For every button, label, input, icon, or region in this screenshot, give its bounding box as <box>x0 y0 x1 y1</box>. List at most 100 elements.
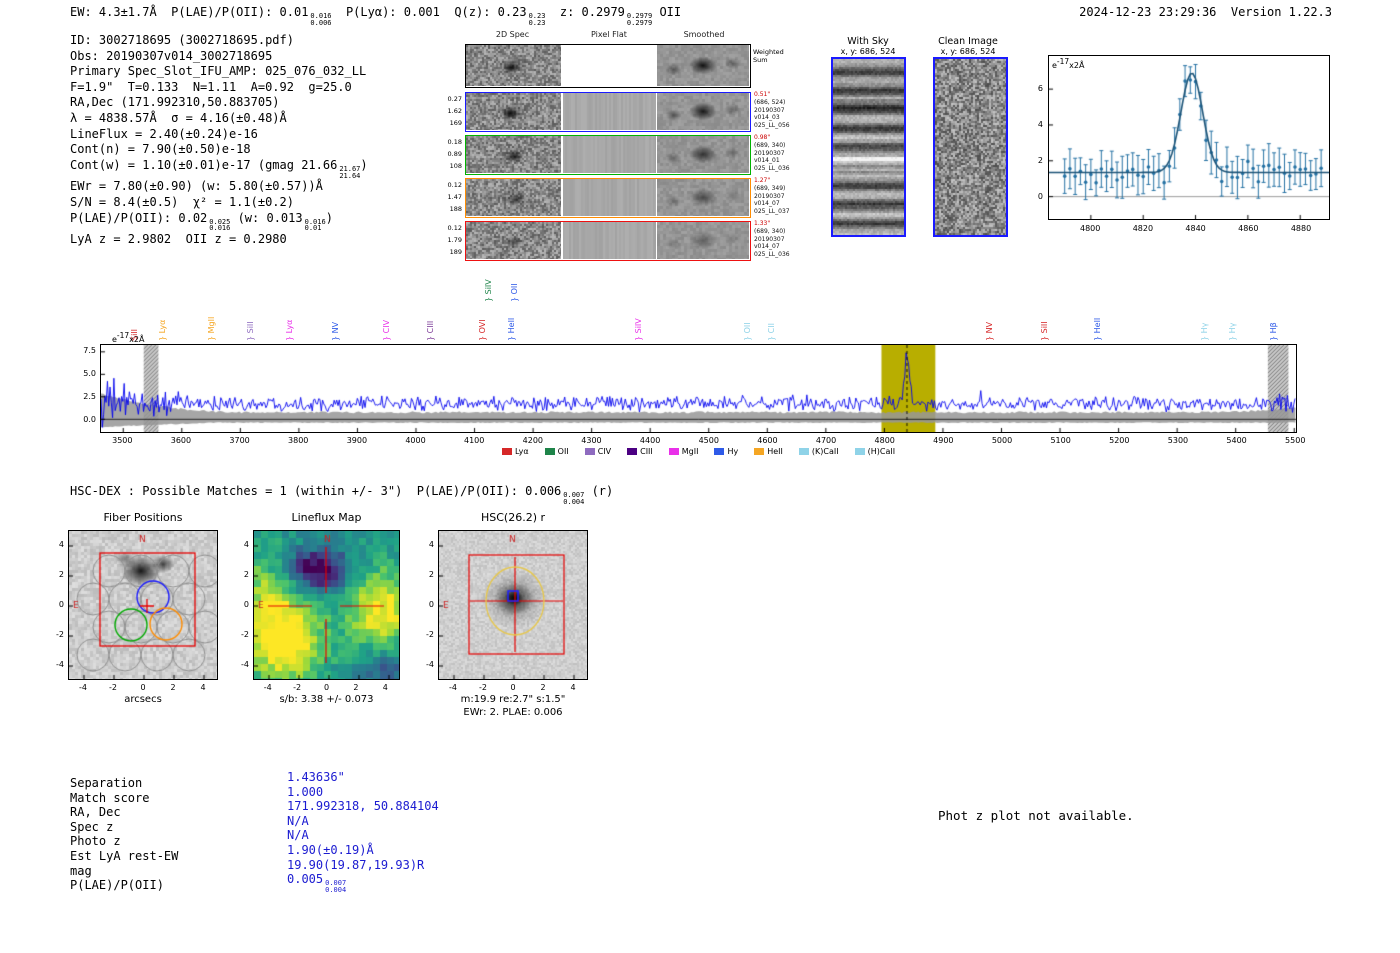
match-row-value: 1.43636" <box>287 770 345 784</box>
spectrum-x-tick-label: 5500 <box>1285 436 1306 445</box>
fiber-id-line: (689, 349) <box>754 184 786 192</box>
fiber-id-line: 025_LL_056 <box>754 122 790 130</box>
cutout-x-tick-label: 4 <box>200 683 206 692</box>
fiber-positions-title: Fiber Positions <box>103 511 183 524</box>
fiber-positions-canvas <box>69 531 217 679</box>
spectrum-x-tick-label: 3900 <box>346 436 368 445</box>
text-segment: LineFlux = 2.40(±0.24)e-16 <box>70 126 258 141</box>
cutout-y-tick-label: 0 <box>243 600 249 609</box>
cutout-y-tick-label: 4 <box>243 540 249 549</box>
legend-label: HeII <box>767 447 783 456</box>
fiber-id-line: 20190307 <box>754 106 785 114</box>
text-segment: EW: 4.3±1.7Å P(LAE)/P(OII): 0.01 <box>70 5 309 19</box>
fiber-weight-value: 1.79 <box>447 236 462 244</box>
emission-line-marker: } SiIV <box>634 318 644 341</box>
spectrum-x-tick-label: 5000 <box>991 436 1013 445</box>
emission-line-marker: } Hβ <box>1268 322 1278 341</box>
fiber-row-info: 1.27" (689, 349) 20190307 v014_07 025_LL_037 <box>754 177 802 216</box>
spectrum-x-tick-label: 3500 <box>112 436 133 445</box>
spec2d-col-title-2dspec: 2D Spec <box>495 30 530 39</box>
full-spectrum-canvas <box>101 345 1296 432</box>
fraction-lower: 0.006 <box>310 18 332 27</box>
fiber-weight-value: 1.47 <box>447 193 462 201</box>
hsc-cutout-canvas <box>439 531 587 679</box>
spectrum-x-tick-label: 3600 <box>170 436 192 445</box>
zoom-x-tick-label: 4800 <box>1079 224 1101 233</box>
spec2d-image <box>466 179 561 216</box>
lineflux-map-caption: s/b: 3.38 +/- 0.073 <box>279 694 374 705</box>
spec2d-image <box>466 222 561 259</box>
legend-swatch <box>501 448 512 455</box>
stacked-fraction: 0.2979 0.2979 <box>627 13 652 27</box>
spectrum-x-tick-label: 4000 <box>405 436 426 445</box>
hsc-dex-match-line: HSC-DEX : Possible Matches = 1 (within +… <box>70 484 613 506</box>
text-segment: ) <box>325 210 333 225</box>
emission-line-marker: } NV <box>330 321 340 341</box>
spectrum-unit-label: e-17x2Å <box>112 331 144 344</box>
fiber-id-line: v014_07 <box>754 200 780 208</box>
fraction-lower: 0.004 <box>325 885 347 894</box>
superscript-segment: -17 <box>116 331 130 340</box>
with-sky-title: With Sky <box>847 36 889 47</box>
match-row-value: 0.005 0.007 0.004 <box>287 872 346 894</box>
smoothed-image <box>657 136 749 173</box>
spectrum-x-tick-label: 4200 <box>522 436 543 445</box>
legend-label: CIV <box>597 447 612 456</box>
zoom-x-tick-label: 4820 <box>1132 224 1154 233</box>
zoom-x-tick-label: 4860 <box>1238 224 1259 233</box>
stacked-fraction: 0.016 0.006 <box>310 13 331 27</box>
cutout-y-tick-label: -2 <box>241 630 249 639</box>
cutout-y-tick-label: -2 <box>426 630 434 639</box>
emission-line-marker: } OII <box>510 283 520 302</box>
zoom-line-fit-plot <box>1048 55 1330 220</box>
metadata-line: RA,Dec (171.992310,50.883705) <box>70 95 368 111</box>
emission-line-marker: } Hγ <box>1199 322 1209 341</box>
legend-label: (H)CaII <box>867 447 896 456</box>
match-row-label: RA, Dec <box>70 805 121 820</box>
legend-label: CIII <box>640 447 653 456</box>
zoom-x-tick-label: 4840 <box>1185 224 1206 233</box>
fiber-row-weights: 0.27 1.62 169 <box>438 93 462 129</box>
lineflux-map-canvas <box>254 531 399 679</box>
spec2d-col-title-pixelflat: Pixel Flat <box>591 30 627 39</box>
fiber-weight-value: 1.62 <box>447 107 462 115</box>
cutout-x-tick-label: -2 <box>109 683 117 692</box>
legend-swatch <box>714 448 725 455</box>
fiber-id-line: (689, 340) <box>754 227 786 235</box>
cutout-y-tick-label: -2 <box>56 630 64 639</box>
text-segment: RA,Dec (171.992310,50.883705) <box>70 95 280 110</box>
smoothed-image <box>657 222 749 259</box>
legend-label: MgII <box>681 447 699 456</box>
zoom-x-tick-label: 4880 <box>1290 224 1312 233</box>
match-row-value: 1.90(±0.19)Å <box>287 843 374 857</box>
fiber-id-line: (689, 340) <box>754 141 786 149</box>
cutout-y-tick-label: 0 <box>58 600 64 609</box>
fiber-weight-value: 108 <box>449 162 462 170</box>
spectrum-x-tick-label: 4100 <box>463 436 485 445</box>
fiber-row-weights: 0.18 0.89 108 <box>438 136 462 172</box>
spectrum-y-tick-label: 5.0 <box>83 369 96 378</box>
fiber-weight-value: 169 <box>449 119 462 127</box>
hsc-cutout-caption2: EWr: 2. PLAE: 0.006 <box>463 707 563 718</box>
legend-item: OII <box>544 447 569 456</box>
text-segment: 1.90(±0.19)Å <box>287 843 374 857</box>
with-sky-coords: x, y: 686, 524 <box>840 47 896 56</box>
metadata-line: F=1.9" T=0.133 N=1.11 A=0.92 g=25.0 <box>70 80 368 96</box>
cutout-x-tick-label: 2 <box>170 683 176 692</box>
match-row-value: 1.000 <box>287 785 323 799</box>
superscript-segment: -17 <box>1056 57 1070 66</box>
emission-line-marker: } MgII <box>207 316 217 341</box>
emission-line-marker: } NV <box>985 321 995 341</box>
elixer-report-page: EW: 4.3±1.7Å P(LAE)/P(OII): 0.01 0.016 0.0… <box>0 0 1400 953</box>
weighted-2dspec-image <box>466 45 561 86</box>
cutout-x-tick-label: -4 <box>449 683 457 692</box>
spectrum-x-tick-label: 4700 <box>815 436 837 445</box>
cutout-y-tick-label: 2 <box>58 570 64 579</box>
match-row-label: Spec z <box>70 819 114 834</box>
match-row-value: N/A <box>287 814 309 828</box>
legend-swatch <box>798 448 809 455</box>
lineflux-map-title: Lineflux Map <box>291 511 362 524</box>
text-segment: 1.43636" <box>287 770 345 784</box>
text-segment: 171.992318, 50.884104 <box>287 799 439 814</box>
cutout-x-tick-label: -4 <box>263 683 272 692</box>
